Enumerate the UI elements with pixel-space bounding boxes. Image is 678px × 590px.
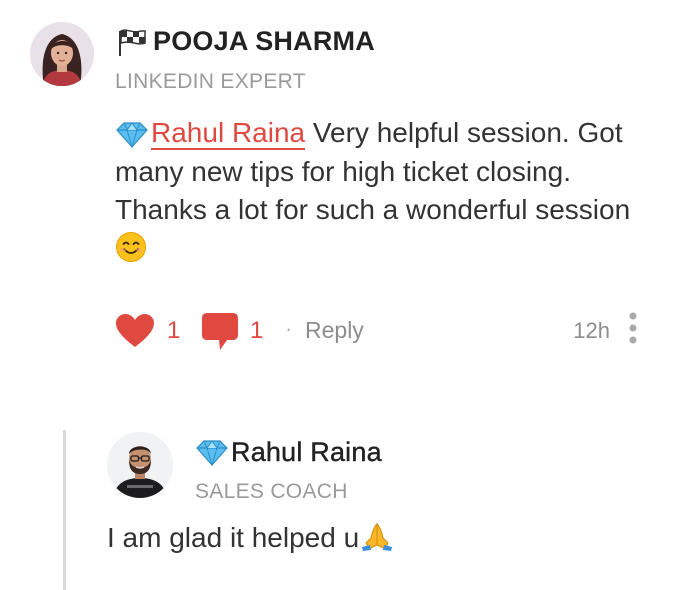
smiling-face-icon <box>115 231 147 263</box>
comment-bubble-icon[interactable] <box>201 312 239 352</box>
mention-link[interactable]: Rahul Raina <box>151 117 306 150</box>
comment-author[interactable]: POOJA SHARMA <box>115 26 375 57</box>
mention-wrap: Rahul Raina <box>115 117 306 150</box>
comment-timestamp: 12h <box>573 318 610 343</box>
comment-actions: 1 1 · Reply 12h <box>115 309 640 351</box>
author-name[interactable]: POOJA SHARMA <box>153 26 375 57</box>
more-options-icon[interactable] <box>626 311 640 345</box>
reply-author-name[interactable]: Rahul Raina <box>231 437 382 468</box>
diamond-icon <box>195 439 229 467</box>
comment-text: Rahul Raina Very helpful session. Got ma… <box>115 114 635 268</box>
heart-icon[interactable] <box>115 313 155 349</box>
diamond-icon <box>115 121 149 149</box>
separator-dot: · <box>285 316 293 341</box>
reply-body-text: I am glad it helped u <box>107 522 360 553</box>
like-count: 1 <box>167 317 181 344</box>
reply-author[interactable]: Rahul Raina <box>195 437 382 468</box>
avatar-rahul-raina[interactable] <box>107 432 173 498</box>
folded-hands-icon <box>360 521 394 551</box>
avatar-pooja-sharma[interactable] <box>30 22 94 86</box>
thread-line <box>63 430 66 590</box>
reply-author-role: SALES COACH <box>195 480 348 503</box>
checkered-flag-icon <box>115 27 149 57</box>
reply-count: 1 <box>250 317 264 344</box>
reply-button[interactable]: Reply <box>305 317 364 344</box>
reply-text: I am glad it helped u <box>107 521 394 554</box>
author-role: LINKEDIN EXPERT <box>115 70 306 93</box>
